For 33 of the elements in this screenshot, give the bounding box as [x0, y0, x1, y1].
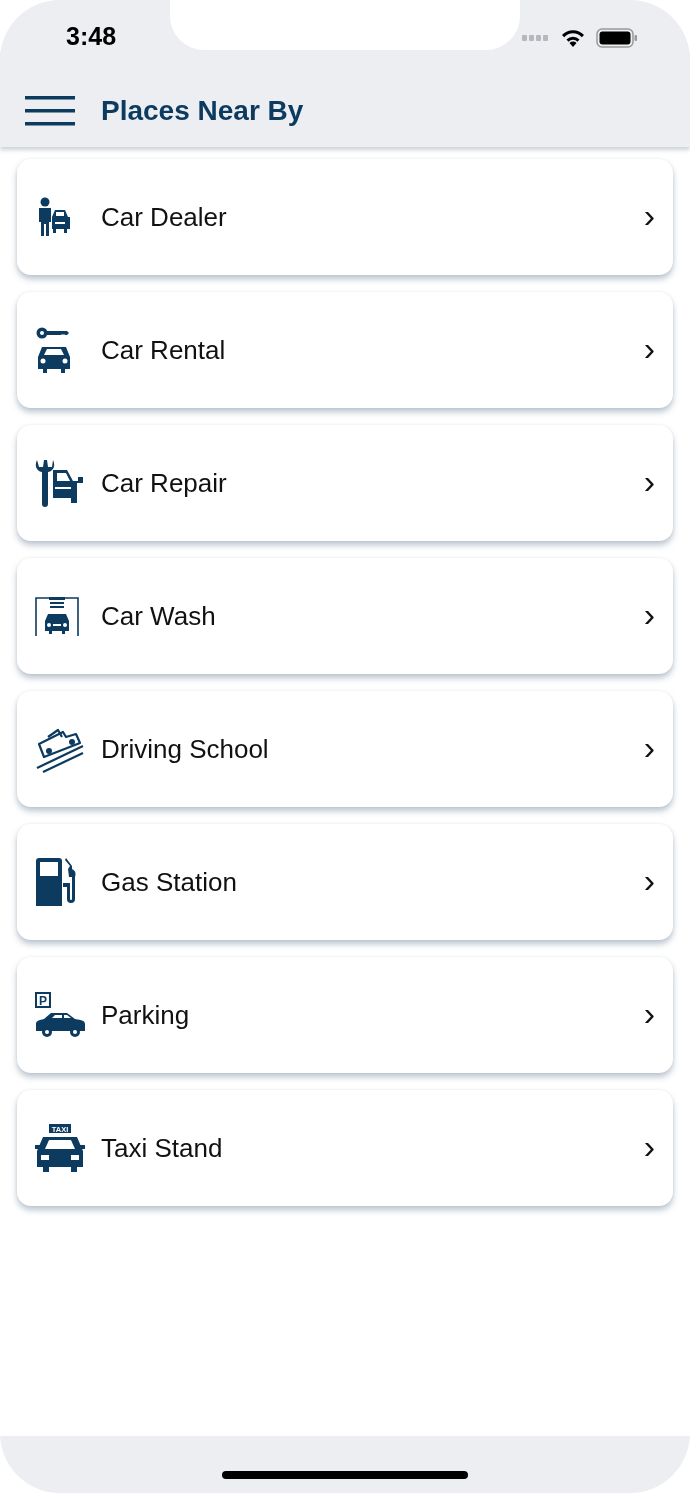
place-label: Car Rental — [101, 334, 227, 366]
signal-icon — [522, 33, 550, 42]
car-wash-icon — [35, 596, 79, 636]
place-card[interactable]: P Parking › — [17, 957, 673, 1073]
place-label: Gas Station — [101, 866, 238, 898]
place-card[interactable]: Driving School › — [17, 691, 673, 807]
wrench-car-icon — [35, 458, 85, 508]
place-card[interactable]: Car Rental › — [17, 292, 673, 408]
chevron-icon: › — [643, 198, 655, 232]
chevron-icon: › — [643, 730, 655, 764]
place-card[interactable]: Car Repair › — [17, 425, 673, 541]
chevron-icon: › — [643, 996, 655, 1030]
place-label: Taxi Stand — [101, 1132, 224, 1164]
place-label: Driving School — [101, 733, 270, 765]
chevron-icon: › — [643, 331, 655, 365]
header-title: Places Near By — [101, 95, 304, 127]
place-label: Car Repair — [101, 467, 228, 499]
place-label: Parking — [101, 999, 191, 1031]
menu-icon[interactable] — [25, 96, 75, 126]
status-time: 3:48 — [66, 22, 117, 51]
place-card[interactable]: Car Dealer › — [17, 159, 673, 275]
chevron-icon: › — [643, 597, 655, 631]
chevron-icon: › — [643, 863, 655, 897]
chevron-icon: › — [643, 1129, 655, 1163]
wifi-icon — [560, 27, 586, 48]
place-card[interactable]: Car Wash › — [17, 558, 673, 674]
home-indicator[interactable] — [222, 1470, 468, 1479]
place-label: Car Wash — [101, 600, 217, 632]
battery-icon — [596, 27, 638, 48]
place-card[interactable]: Gas Station › — [17, 824, 673, 940]
key-car-icon — [35, 327, 73, 373]
chevron-icon: › — [643, 464, 655, 498]
place-label: Car Dealer — [101, 201, 228, 233]
